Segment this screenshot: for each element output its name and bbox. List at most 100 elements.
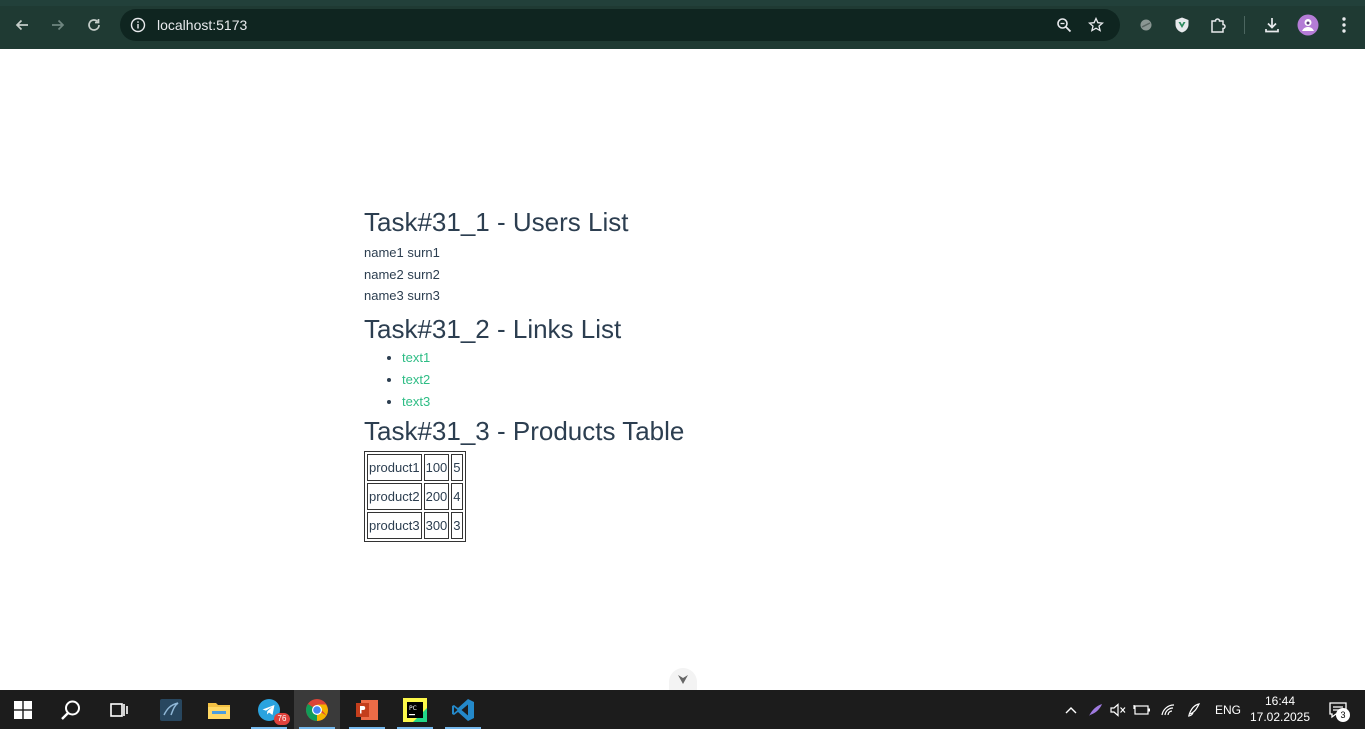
user-item: name2 surn2 bbox=[364, 266, 440, 282]
link-text3[interactable]: text3 bbox=[402, 394, 430, 409]
chevron-down-icon bbox=[678, 675, 688, 684]
download-icon bbox=[1265, 18, 1279, 33]
zoom-icon bbox=[1057, 18, 1072, 33]
taskbar-powerpoint[interactable] bbox=[344, 690, 390, 729]
telegram-unread-badge: 76 bbox=[274, 713, 290, 725]
info-icon bbox=[130, 17, 146, 33]
vue-devtools-button[interactable] bbox=[1170, 13, 1194, 37]
powerpoint-icon bbox=[356, 699, 378, 720]
notifications-count: 3 bbox=[1336, 708, 1350, 722]
taskbar-mysql-workbench[interactable] bbox=[148, 690, 194, 729]
windows-start-icon bbox=[14, 700, 32, 719]
battery-button[interactable] bbox=[1131, 690, 1153, 729]
tray-app-button[interactable] bbox=[1084, 690, 1106, 729]
table-row: product1 100 5 bbox=[367, 453, 463, 481]
mysql-icon bbox=[160, 698, 182, 721]
taskbar-chrome[interactable] bbox=[294, 690, 340, 729]
pycharm-icon: PC bbox=[403, 697, 427, 722]
clock-time: 16:44 bbox=[1264, 694, 1296, 708]
product-qty-cell: 3 bbox=[451, 511, 463, 539]
task-view-button[interactable] bbox=[96, 690, 142, 729]
address-bar[interactable]: localhost:5173 bbox=[120, 9, 1120, 41]
wifi-icon bbox=[1161, 703, 1175, 715]
taskbar-telegram[interactable]: 76 bbox=[246, 690, 292, 729]
product-price-cell: 300 bbox=[423, 511, 450, 539]
extensions-menu-button[interactable] bbox=[1206, 13, 1230, 37]
puzzle-icon bbox=[1211, 18, 1226, 33]
page-content: Task#31_1 - Users List name1 surn1 name2… bbox=[364, 206, 1064, 542]
volume-button[interactable] bbox=[1107, 690, 1129, 729]
link-item: text3 bbox=[402, 391, 1064, 413]
product-name-cell: product3 bbox=[367, 511, 422, 539]
profile-avatar bbox=[1297, 14, 1319, 36]
search-button[interactable] bbox=[48, 690, 94, 729]
pen-button[interactable] bbox=[1183, 690, 1205, 729]
pen-icon bbox=[1187, 702, 1201, 717]
windows-taskbar: 76 PC ENG 16:44 17.02.2025 3 bbox=[0, 690, 1365, 729]
table-row: product2 200 4 bbox=[367, 482, 463, 510]
forward-icon bbox=[52, 19, 65, 31]
reload-icon bbox=[88, 19, 100, 31]
zoom-button[interactable] bbox=[1054, 15, 1074, 35]
extension-button[interactable] bbox=[1134, 13, 1158, 37]
user-item: name3 surn3 bbox=[364, 288, 440, 303]
taskbar-pycharm[interactable]: PC bbox=[392, 690, 438, 729]
tab-strip-edge bbox=[0, 0, 1365, 6]
product-qty-cell: 4 bbox=[451, 482, 463, 510]
browser-toolbar: localhost:5173 bbox=[0, 0, 1365, 49]
feather-icon bbox=[1089, 703, 1102, 716]
chrome-icon bbox=[306, 698, 328, 721]
chevron-up-icon bbox=[1065, 706, 1077, 713]
toolbar-separator bbox=[1244, 16, 1245, 34]
site-info-button[interactable] bbox=[128, 15, 148, 35]
search-icon bbox=[61, 700, 80, 720]
product-name-cell: product2 bbox=[367, 482, 422, 510]
links-section-title: Task#31_2 - Links List bbox=[364, 313, 622, 344]
language-indicator[interactable]: ENG bbox=[1210, 690, 1246, 729]
link-text2[interactable]: text2 bbox=[402, 372, 430, 387]
users-section-title: Task#31_1 - Users List bbox=[364, 207, 629, 237]
battery-icon bbox=[1133, 704, 1150, 715]
extension-icon bbox=[1140, 19, 1152, 31]
language-label: ENG bbox=[1214, 702, 1241, 717]
scroll-down-button[interactable] bbox=[669, 668, 697, 690]
back-button[interactable] bbox=[9, 12, 35, 38]
taskbar-file-explorer[interactable] bbox=[196, 690, 242, 729]
bookmark-button[interactable] bbox=[1086, 15, 1106, 35]
volume-muted-icon bbox=[1110, 702, 1126, 717]
task-view-icon bbox=[110, 702, 128, 717]
notifications-button[interactable]: 3 bbox=[1320, 690, 1356, 729]
products-section-title: Task#31_3 - Products Table bbox=[364, 415, 685, 446]
file-explorer-icon bbox=[208, 702, 230, 719]
reload-button[interactable] bbox=[81, 12, 107, 38]
users-list: name1 surn1 name2 surn2 name3 surn3 bbox=[364, 242, 1064, 307]
svg-text:PC: PC bbox=[409, 705, 417, 712]
product-price-cell: 200 bbox=[423, 482, 450, 510]
star-icon bbox=[1088, 17, 1104, 32]
taskbar-vscode[interactable] bbox=[440, 690, 486, 729]
url-text[interactable]: localhost:5173 bbox=[157, 17, 247, 33]
products-table: product1 100 5 product2 200 4 product3 3… bbox=[364, 450, 466, 542]
menu-icon bbox=[1342, 17, 1346, 33]
table-row: product3 300 3 bbox=[367, 511, 463, 539]
forward-button[interactable] bbox=[45, 12, 71, 38]
profile-button[interactable] bbox=[1296, 13, 1320, 37]
product-name-cell: product1 bbox=[367, 453, 422, 481]
browser-menu-button[interactable] bbox=[1332, 13, 1356, 37]
vscode-icon bbox=[452, 698, 474, 721]
start-button[interactable] bbox=[0, 690, 46, 729]
link-text1[interactable]: text1 bbox=[402, 350, 430, 365]
link-item: text1 bbox=[402, 347, 1064, 369]
downloads-button[interactable] bbox=[1260, 13, 1284, 37]
clock[interactable]: 16:44 17.02.2025 bbox=[1248, 693, 1312, 725]
link-item: text2 bbox=[402, 369, 1064, 391]
product-price-cell: 100 bbox=[423, 453, 450, 481]
user-item: name1 surn1 bbox=[364, 245, 440, 260]
product-qty-cell: 5 bbox=[451, 453, 463, 481]
links-list: text1 text2 text3 bbox=[364, 347, 1064, 413]
shield-icon bbox=[1175, 17, 1189, 33]
back-icon bbox=[15, 19, 28, 31]
show-hidden-icons-button[interactable] bbox=[1060, 690, 1082, 729]
network-button[interactable] bbox=[1157, 690, 1179, 729]
clock-date: 17.02.2025 bbox=[1249, 710, 1311, 724]
